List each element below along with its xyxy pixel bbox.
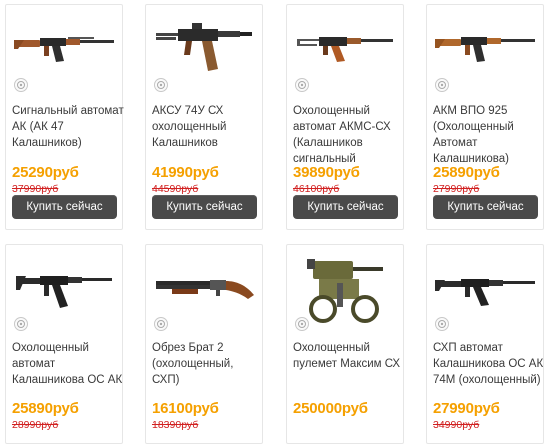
product-title[interactable]: Охолощенный автомат Калашникова ОС АК 10…	[12, 340, 124, 388]
brand-badge-icon	[435, 78, 449, 92]
product-price: 25890руб	[12, 400, 79, 417]
brand-badge-icon	[295, 78, 309, 92]
product-title[interactable]: АКМ ВПО 925 (Охолощенный Автомат Калашни…	[433, 103, 545, 167]
buy-now-button[interactable]: Купить сейчас	[152, 195, 257, 219]
product-price: 25290руб	[12, 164, 79, 181]
ak103-rifle-image[interactable]	[10, 249, 118, 329]
product-card[interactable]: Охолощенный пулемет Максим СХ 250000руб	[286, 244, 404, 444]
product-title[interactable]: Охолощенный автомат АКМС-СХ (Калашников …	[293, 103, 405, 167]
product-title[interactable]: Охолощенный пулемет Максим СХ	[293, 340, 405, 388]
product-card[interactable]: Охолощенный автомат Калашникова ОС АК 10…	[5, 244, 123, 444]
brand-badge-icon	[435, 317, 449, 331]
brand-badge-icon	[154, 78, 168, 92]
brand-badge-icon	[14, 78, 28, 92]
product-title[interactable]: Сигнальный автомат АК (АК 47 Калашников)	[12, 103, 124, 167]
product-title[interactable]: АКСУ 74У СХ охолощенный Калашников	[152, 103, 264, 167]
product-old-price: 27990руб	[433, 183, 480, 195]
brand-badge-icon	[154, 317, 168, 331]
buy-now-button[interactable]: Купить сейчас	[293, 195, 398, 219]
buy-now-button[interactable]: Купить сейчас	[12, 195, 117, 219]
product-price: 41990руб	[152, 164, 219, 181]
product-card[interactable]: Обрез Брат 2 (охолощенный, СХП) 16100руб…	[145, 244, 263, 444]
sawed-off-shotgun-image[interactable]	[150, 249, 258, 329]
product-price: 27990руб	[433, 400, 500, 417]
brand-badge-icon	[14, 317, 28, 331]
product-old-price: 44590руб	[152, 183, 199, 195]
brand-badge-icon	[295, 317, 309, 331]
product-card[interactable]: Сигнальный автомат АК (АК 47 Калашников)…	[5, 4, 124, 230]
product-grid: Сигнальный автомат АК (АК 47 Калашников)…	[0, 0, 547, 444]
buy-now-button[interactable]: Купить сейчас	[433, 195, 538, 219]
product-old-price: 18390руб	[152, 419, 199, 431]
product-card[interactable]: АКСУ 74У СХ охолощенный Калашников 41990…	[145, 4, 263, 230]
akms-rifle-image[interactable]	[291, 5, 399, 89]
akm-rifle-image[interactable]	[431, 5, 539, 89]
product-title[interactable]: СХП автомат Калашникова ОС АК 74М (охоло…	[433, 340, 545, 388]
product-old-price: 34990руб	[433, 419, 480, 431]
ak47-rifle-image[interactable]	[10, 5, 118, 89]
product-price: 250000руб	[293, 400, 368, 417]
aks74u-rifle-image[interactable]	[150, 5, 258, 89]
product-old-price: 28990руб	[12, 419, 59, 431]
product-card[interactable]: СХП автомат Калашникова ОС АК 74М (охоло…	[426, 244, 544, 444]
product-card[interactable]: Охолощенный автомат АКМС-СХ (Калашников …	[286, 4, 404, 230]
maxim-machine-gun-image[interactable]	[291, 249, 399, 329]
product-old-price: 37990руб	[12, 183, 59, 195]
product-old-price: 46100руб	[293, 183, 340, 195]
product-price: 16100руб	[152, 400, 219, 417]
product-price: 25890руб	[433, 164, 500, 181]
product-card[interactable]: АКМ ВПО 925 (Охолощенный Автомат Калашни…	[426, 4, 544, 230]
product-price: 39890руб	[293, 164, 360, 181]
product-title[interactable]: Обрез Брат 2 (охолощенный, СХП)	[152, 340, 264, 388]
ak74m-rifle-image[interactable]	[431, 249, 539, 329]
